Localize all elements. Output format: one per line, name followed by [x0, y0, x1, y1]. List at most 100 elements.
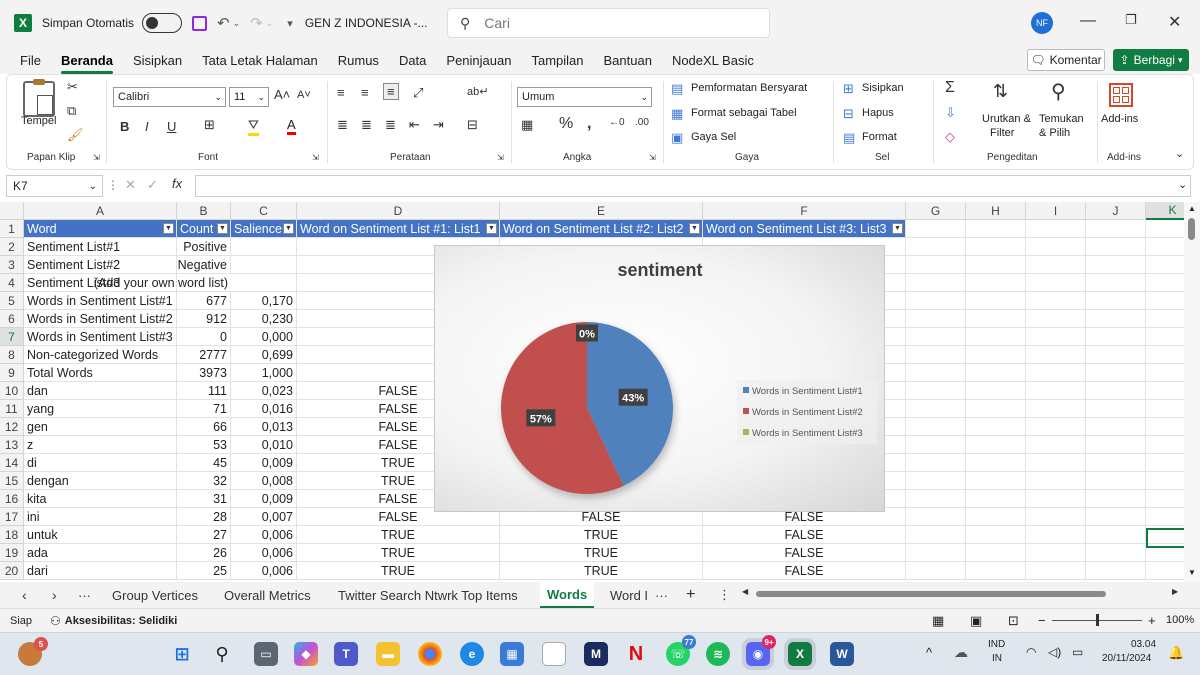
column-header-f[interactable]: F	[703, 202, 906, 220]
language-indicator-sub[interactable]: IN	[992, 653, 1002, 664]
empty-cell[interactable]	[1026, 292, 1086, 310]
cell-b[interactable]: 25	[177, 562, 231, 580]
cell-c[interactable]: 0,016	[231, 400, 297, 418]
cell-b[interactable]: 45	[177, 454, 231, 472]
more-sheets-right-icon[interactable]: ···	[655, 582, 668, 608]
excel-taskbar-icon[interactable]: X	[784, 638, 816, 670]
empty-cell[interactable]	[1026, 328, 1086, 346]
tab-view[interactable]: Tampilan	[523, 53, 591, 68]
empty-cell[interactable]	[1026, 346, 1086, 364]
empty-cell[interactable]	[906, 382, 966, 400]
tab-help[interactable]: Bantuan	[596, 53, 660, 68]
header-count[interactable]: Count ▼	[177, 220, 231, 238]
number-format-select[interactable]: Umum ⌄	[517, 87, 652, 107]
borders-icon[interactable]: ⊞	[204, 117, 215, 133]
chrome-icon[interactable]	[418, 642, 442, 666]
filter-dropdown-icon[interactable]: ▼	[163, 223, 174, 234]
zoom-level[interactable]: 100%	[1166, 614, 1194, 626]
row-header[interactable]: 9	[0, 364, 24, 382]
filter-dropdown-icon[interactable]: ▼	[892, 223, 903, 234]
align-center-icon[interactable]: ≣	[361, 117, 372, 133]
empty-cell[interactable]	[1026, 508, 1086, 526]
font-launcher-icon[interactable]: ⇲	[312, 153, 319, 162]
empty-cell[interactable]	[1026, 418, 1086, 436]
empty-cell[interactable]	[1086, 562, 1146, 580]
column-header-j[interactable]: J	[1086, 202, 1146, 220]
delete-cells-label[interactable]: Hapus	[862, 107, 894, 119]
empty-cell[interactable]	[1086, 364, 1146, 382]
cell-c[interactable]: 0,006	[231, 526, 297, 544]
font-name-select[interactable]: Calibri ⌄	[113, 87, 226, 107]
row-header[interactable]: 7	[0, 328, 24, 346]
paste-icon[interactable]	[23, 79, 55, 117]
cell-c[interactable]	[231, 274, 297, 292]
empty-cell[interactable]	[906, 562, 966, 580]
decrease-decimal-icon[interactable]: .00	[635, 117, 649, 128]
cell-b[interactable]: 677	[177, 292, 231, 310]
align-middle-icon[interactable]: ≡	[361, 85, 369, 100]
undo-icon[interactable]: ↶	[217, 14, 230, 32]
header-list2[interactable]: Word on Sentiment List #2: List2 ▼	[500, 220, 703, 238]
increase-font-icon[interactable]: A˄	[274, 87, 290, 102]
empty-cell[interactable]	[1086, 400, 1146, 418]
wrap-text-icon[interactable]: ab↵	[467, 85, 488, 98]
empty-cell[interactable]	[906, 400, 966, 418]
row-header[interactable]: 12	[0, 418, 24, 436]
empty-cell[interactable]	[966, 346, 1026, 364]
comma-style-icon[interactable]: ,	[587, 115, 591, 133]
row-header[interactable]: 8	[0, 346, 24, 364]
row-header[interactable]: 17	[0, 508, 24, 526]
cell-e[interactable]: TRUE	[500, 562, 703, 580]
empty-cell[interactable]	[906, 256, 966, 274]
empty-cell[interactable]	[1086, 220, 1146, 238]
cell-a[interactable]: untuk	[24, 526, 177, 544]
empty-cell[interactable]	[1026, 274, 1086, 292]
save-icon[interactable]	[192, 15, 208, 31]
delete-cells-icon[interactable]: ⊟	[843, 106, 854, 122]
file-explorer-icon[interactable]: ▬	[376, 642, 400, 666]
start-icon[interactable]: ⊞	[170, 642, 194, 666]
empty-cell[interactable]	[906, 292, 966, 310]
row-header[interactable]: 2	[0, 238, 24, 256]
document-title[interactable]: GEN Z INDONESIA -...	[305, 16, 428, 30]
cell-d[interactable]: TRUE	[297, 526, 500, 544]
word-taskbar-icon[interactable]: W	[830, 642, 854, 666]
empty-cell[interactable]	[1026, 400, 1086, 418]
cell-c[interactable]	[231, 256, 297, 274]
horizontal-scrollbar[interactable]: ◀ ▶	[742, 587, 1182, 601]
cell-c[interactable]: 0,699	[231, 346, 297, 364]
discord-icon[interactable]: ◉ 9+	[742, 635, 776, 670]
conditional-format-label[interactable]: Pemformatan Bersyarat	[691, 82, 807, 94]
empty-cell[interactable]	[906, 544, 966, 562]
paste-label[interactable]: Tempel	[21, 115, 56, 127]
cut-icon[interactable]: ✂	[67, 79, 78, 95]
filter-dropdown-icon[interactable]: ▼	[217, 223, 228, 234]
addins-icon[interactable]	[1109, 83, 1133, 107]
empty-cell[interactable]	[1086, 454, 1146, 472]
cell-c[interactable]: 0,008	[231, 472, 297, 490]
row-header[interactable]: 13	[0, 436, 24, 454]
cell-a[interactable]: di	[24, 454, 177, 472]
empty-cell[interactable]	[966, 418, 1026, 436]
sentiment-pie-chart[interactable]: sentiment 43% 57% 0% Words in Sentiment Li…	[434, 245, 885, 512]
cell-c[interactable]: 0,006	[231, 562, 297, 580]
column-header-g[interactable]: G	[906, 202, 966, 220]
search-input[interactable]: ⚲ Cari	[447, 8, 770, 38]
empty-cell[interactable]	[906, 274, 966, 292]
empty-cell[interactable]	[966, 454, 1026, 472]
empty-cell[interactable]	[1086, 382, 1146, 400]
cell-b[interactable]: 53	[177, 436, 231, 454]
empty-cell[interactable]	[1086, 472, 1146, 490]
more-options-icon[interactable]: ⋮	[107, 178, 119, 192]
cell-a[interactable]: yang	[24, 400, 177, 418]
close-icon[interactable]: ✕	[1168, 12, 1181, 32]
find-select-label-1[interactable]: Temukan	[1039, 113, 1084, 125]
cell-c[interactable]: 0,009	[231, 490, 297, 508]
task-view-icon[interactable]: ▭	[254, 642, 278, 666]
cell-b[interactable]: 71	[177, 400, 231, 418]
empty-cell[interactable]	[966, 310, 1026, 328]
orientation-icon[interactable]: ⤢	[413, 85, 423, 101]
align-left-icon[interactable]: ≣	[337, 117, 348, 133]
header-list3[interactable]: Word on Sentiment List #3: List3 ▼	[703, 220, 906, 238]
alignment-launcher-icon[interactable]: ⇲	[497, 153, 504, 162]
